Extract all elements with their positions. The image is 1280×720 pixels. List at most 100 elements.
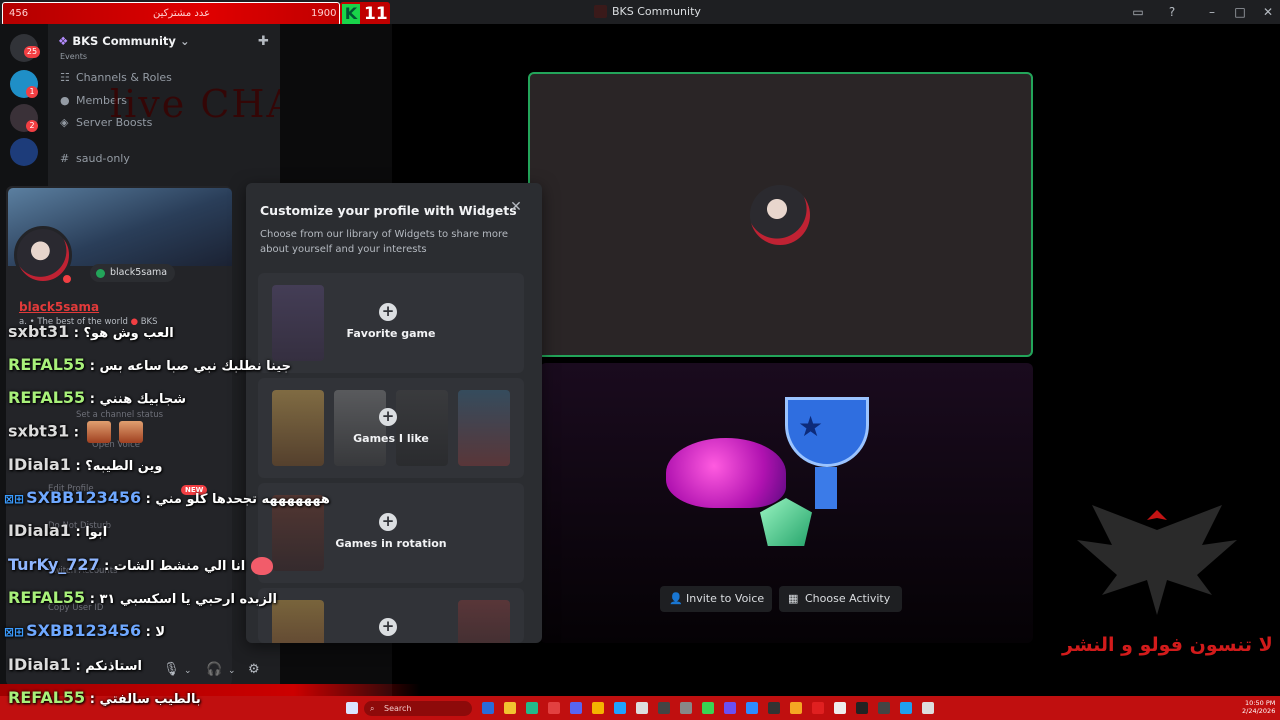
chat-message: sxbt31 : [8,421,147,447]
widget-label: Favorite game [346,327,436,340]
widget-games-i-like[interactable]: + Games I like [258,378,524,478]
subscriber-bar: 456 عدد مشتركين 1900 [2,2,340,26]
close-icon[interactable]: ✕ [508,199,524,215]
chevron-down-icon: ⌄ [179,34,190,48]
overlay-center-text: عدد مشتركين [153,8,211,19]
star-icon: ★ [798,410,824,443]
taskbar-app-icon[interactable] [614,702,626,714]
plus-icon: + [379,408,397,426]
trophy-stem [815,467,837,509]
chat-message: sxbt31 : العب وش هو؟ [8,322,174,341]
window-title: BKS Community [612,5,701,18]
follow-reminder-text: لا تنسون فولو و النشر [1062,634,1273,656]
hash-icon: # [60,152,70,165]
taskbar-app-icon[interactable] [768,702,780,714]
kick-badge: K 11 [340,2,390,26]
game-art [272,600,324,643]
taskbar-search[interactable]: ⌕ Search [364,701,472,716]
emote-image [87,421,112,443]
widget-extra[interactable]: + [258,588,524,643]
channels-icon: ☷ [60,71,70,84]
blob-emoji-icon [251,556,274,575]
server-name: BKS Community [72,34,176,48]
widget-favorite-game[interactable]: + Favorite game [258,273,524,373]
kick-count: 11 [364,4,388,24]
taskbar-app-icon[interactable] [790,702,802,714]
add-user-icon: 👤 [669,592,683,605]
taskbar-app-icon[interactable] [900,702,912,714]
server-icon-3[interactable] [10,138,38,166]
sidebar-item-events[interactable]: Events [60,52,87,61]
taskbar-clock[interactable]: 10:50 PM 2/24/2026 [1242,699,1275,715]
channel-saud-only[interactable]: # saud-only [60,152,130,165]
taskbar-app-icon[interactable] [856,702,868,714]
taskbar-app-icon[interactable] [680,702,692,714]
screen: BKS Community ▭ ? – □ ✕ 456 عدد مشتركين … [0,0,1280,720]
widgets-title: Customize your profile with Widgets [260,203,517,218]
chevron-down-icon[interactable]: ⌄ [184,666,192,676]
eagle-logo-icon [1077,505,1237,615]
taskbar-app-icon[interactable] [724,702,736,714]
taskbar-app-icon[interactable] [636,702,648,714]
username: black5sama [110,267,168,278]
taskbar-app-icon[interactable] [482,702,494,714]
start-menu-icon[interactable] [346,702,358,714]
display-name[interactable]: black5sama [19,300,99,314]
obs-icon[interactable] [834,702,846,714]
microphone-icon[interactable]: 🎙 [163,662,180,677]
taskbar-app-icon[interactable] [658,702,670,714]
search-icon: ⌕ [370,704,375,713]
discord-taskbar-icon[interactable] [570,702,582,714]
settings-gear-icon[interactable]: ⚙ [248,662,260,677]
chrome-icon[interactable] [592,702,604,714]
plus-icon: + [379,513,397,531]
game-art [458,600,510,643]
chat-message: ⊠⊞ SXBB123456 : لا [4,621,166,640]
invite-people-icon[interactable]: ✚ [258,34,269,49]
taskbar-app-icon[interactable] [526,702,538,714]
widgets-subtitle: Choose from our library of Widgets to sh… [260,229,509,255]
taskbar-app-icon[interactable] [878,702,890,714]
chat-message: REFAL55 : بالطيب سالفتي [8,688,201,707]
taskbar-search-label: Search [384,704,412,713]
taskbar-app-icon[interactable] [812,702,824,714]
taskbar-app-icon[interactable] [922,702,934,714]
plus-icon: + [379,618,397,636]
taskbar-app-icon[interactable] [746,702,758,714]
widget-label: Games in rotation [335,537,447,550]
members-icon: ● [60,94,70,107]
chat-message: IDiala1 : وين الطيبه؟ [8,455,163,474]
emote-image [119,421,144,443]
chat-message: TurKy_727 : انا الي منشط الشات [8,555,274,581]
server-badge-1: 1 [26,86,38,98]
clock-time: 10:50 PM [1245,699,1276,707]
chat-message: REFAL55 : جينا نطلبك نبي صبا ساعه بس [8,355,291,374]
chat-message: IDiala1 : استاذنكم [8,655,142,674]
inbox-icon[interactable]: ▭ [1128,3,1148,21]
close-window-button[interactable]: ✕ [1258,3,1278,21]
invite-to-voice-label: Invite to Voice [686,592,765,605]
voice-user-avatar [750,185,810,245]
maximize-button[interactable]: □ [1230,3,1250,21]
file-explorer-icon[interactable] [504,702,516,714]
server-badge-2: 2 [26,120,38,132]
overlay-right-number: 1900 [311,8,337,19]
server-header[interactable]: ❖ BKS Community ⌄ [58,34,190,48]
choose-activity-button[interactable]: ▦ Choose Activity [779,586,902,612]
kick-taskbar-icon[interactable] [702,702,714,714]
headphones-icon[interactable]: 🎧 [206,662,222,677]
chat-message: REFAL55 : الزبده ارحبي يا اسكسبي ٣١ [8,588,277,607]
taskbar-app-icon[interactable] [548,702,560,714]
chevron-down-icon[interactable]: ⌄ [228,666,236,676]
kick-logo-icon: K [342,4,360,24]
help-icon[interactable]: ? [1162,3,1182,21]
minimize-button[interactable]: – [1202,3,1222,21]
chat-message: IDiala1 : ابوا [8,521,108,540]
username-pill[interactable]: black5sama [90,264,176,282]
shell-illustration [666,438,786,508]
app-logo-icon [594,5,607,18]
game-art [272,285,324,361]
plus-icon: + [379,303,397,321]
game-art [458,390,510,466]
invite-to-voice-button[interactable]: 👤 Invite to Voice [660,586,772,612]
